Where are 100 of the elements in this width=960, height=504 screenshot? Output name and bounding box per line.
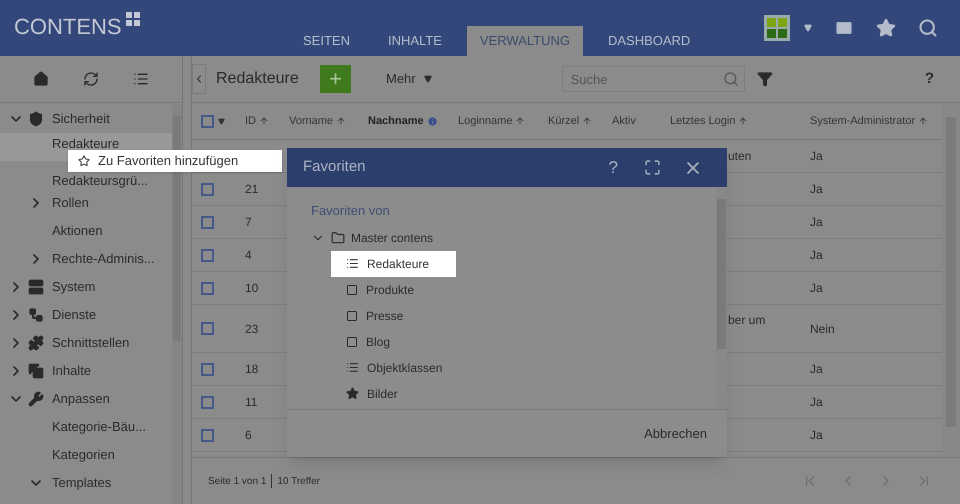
tree-item[interactable]: Dienste xyxy=(52,305,96,325)
list-icon xyxy=(346,361,359,374)
tree-item[interactable]: Redakteure xyxy=(367,254,430,272)
tree-item[interactable]: Anpassen xyxy=(52,389,110,409)
back-button[interactable] xyxy=(192,64,206,94)
refresh-icon[interactable] xyxy=(83,71,99,87)
table-cell-text: ber um xyxy=(728,312,766,329)
column-header[interactable]: Loginname xyxy=(458,112,512,130)
add-button[interactable]: + xyxy=(320,65,351,93)
maximize-icon[interactable] xyxy=(644,159,661,176)
scrollbar[interactable] xyxy=(716,187,727,409)
page-title: Redakteure xyxy=(216,69,300,89)
tree-item[interactable]: Redakteure xyxy=(52,137,120,151)
tree-item[interactable]: Aktionen xyxy=(52,221,103,241)
star-icon xyxy=(346,387,359,400)
help-button[interactable]: ? xyxy=(608,154,618,180)
cancel-button[interactable]: Abbrechen xyxy=(644,424,707,444)
info-icon[interactable] xyxy=(426,116,438,126)
category-icon xyxy=(28,279,44,295)
caret-icon[interactable] xyxy=(804,24,812,32)
tree-item[interactable]: Inhalte xyxy=(52,361,92,381)
nav-tab[interactable]: VERWALTUNG xyxy=(466,26,583,56)
sort-arrow-icon[interactable] xyxy=(582,116,592,126)
tree-item[interactable]: Kategorie-Bäu... xyxy=(52,417,146,437)
category-icon xyxy=(28,363,44,379)
tree-item[interactable]: Master contens xyxy=(351,228,434,246)
table-cell: 23 xyxy=(245,322,258,336)
collapse-list-icon[interactable] xyxy=(133,71,149,87)
dialog-title: Favoriten xyxy=(303,157,367,178)
sort-arrow-icon[interactable] xyxy=(918,116,928,126)
tree-item[interactable]: Kategorien xyxy=(52,445,115,465)
row-checkbox[interactable] xyxy=(201,396,214,408)
tree-item[interactable]: Bilder xyxy=(367,384,398,402)
table-cell: 18 xyxy=(245,362,258,376)
star-icon[interactable] xyxy=(78,155,90,167)
table-cell: Ja xyxy=(810,215,823,229)
tree-item[interactable]: Templates xyxy=(52,473,112,493)
nav-tab[interactable]: INHALTE xyxy=(374,26,455,56)
table-cell: Ja xyxy=(810,428,823,442)
caret-icon[interactable] xyxy=(424,75,432,83)
table-cell: 11 xyxy=(245,395,258,409)
tree-item[interactable]: Presse xyxy=(366,306,404,324)
row-checkbox[interactable] xyxy=(201,362,214,376)
menu-item[interactable]: Zu Favoriten hinzufügen xyxy=(98,151,238,171)
filter-icon[interactable] xyxy=(756,71,773,87)
sort-arrow-icon[interactable] xyxy=(515,116,526,126)
column-header[interactable]: Letztes Login xyxy=(670,112,736,130)
column-header[interactable]: Aktiv xyxy=(612,112,636,130)
tree-item[interactable]: Redakteursgrü... xyxy=(52,174,148,188)
hit-count: 10 Treffer xyxy=(277,474,320,488)
row-checkbox[interactable] xyxy=(201,428,214,442)
nav-tab[interactable]: DASHBOARD xyxy=(594,26,704,56)
row-checkbox[interactable] xyxy=(201,282,214,294)
tree-item[interactable]: Schnittstellen xyxy=(52,333,130,353)
category-icon xyxy=(28,335,44,351)
sort-arrow-icon[interactable] xyxy=(259,116,269,126)
page-icon xyxy=(346,282,358,296)
category-icon xyxy=(28,391,44,407)
table-cell: 4 xyxy=(245,248,252,262)
folder-icon xyxy=(331,230,345,244)
tree-item[interactable]: Produkte xyxy=(366,280,414,298)
table-cell: Nein xyxy=(810,322,835,336)
table-cell: 7 xyxy=(245,215,252,229)
column-header[interactable]: System-Administrator xyxy=(810,112,916,130)
list-icon xyxy=(346,257,359,270)
tree-item[interactable]: Objektklassen xyxy=(367,358,442,376)
sort-arrow-icon[interactable] xyxy=(336,116,346,126)
row-checkbox[interactable] xyxy=(201,182,214,196)
search-icon[interactable] xyxy=(722,71,739,87)
page-icon xyxy=(346,308,358,322)
nav-tab[interactable]: SEITEN xyxy=(290,26,363,56)
column-header[interactable]: Vorname xyxy=(289,112,334,130)
tree-item[interactable]: Blog xyxy=(366,332,390,350)
logo-grid-icon xyxy=(126,12,140,26)
tree-item[interactable]: Sicherheit xyxy=(52,109,110,129)
logo: CONTENS xyxy=(14,13,122,41)
app-grid-icon[interactable] xyxy=(764,15,790,41)
help-button[interactable]: ? xyxy=(924,68,934,90)
row-checkbox[interactable] xyxy=(201,216,214,228)
row-checkbox[interactable] xyxy=(201,322,214,335)
caret-icon[interactable] xyxy=(218,118,225,124)
column-header[interactable]: ID xyxy=(245,112,256,130)
tree-item[interactable]: Rollen xyxy=(52,193,89,213)
column-header[interactable]: Kürzel xyxy=(548,112,580,130)
sort-arrow-icon[interactable] xyxy=(738,116,748,126)
section-label: Favoriten von xyxy=(311,202,391,220)
checkbox[interactable] xyxy=(201,114,214,128)
row-checkbox[interactable] xyxy=(201,248,214,262)
table-cell: Ja xyxy=(810,149,823,163)
table-cell: Ja xyxy=(810,248,823,262)
tree-item[interactable]: System xyxy=(52,277,96,297)
category-icon xyxy=(28,307,44,323)
home-icon[interactable] xyxy=(33,71,49,87)
search-icon[interactable] xyxy=(918,18,938,38)
more-button[interactable]: Mehr xyxy=(386,69,432,89)
star-icon[interactable] xyxy=(876,18,896,38)
table-cell: 6 xyxy=(245,428,252,442)
page-info: Seite 1 von 1 xyxy=(208,474,266,488)
tree-item[interactable]: Rechte-Adminis... xyxy=(52,249,155,269)
column-header[interactable]: Nachname xyxy=(368,112,424,130)
